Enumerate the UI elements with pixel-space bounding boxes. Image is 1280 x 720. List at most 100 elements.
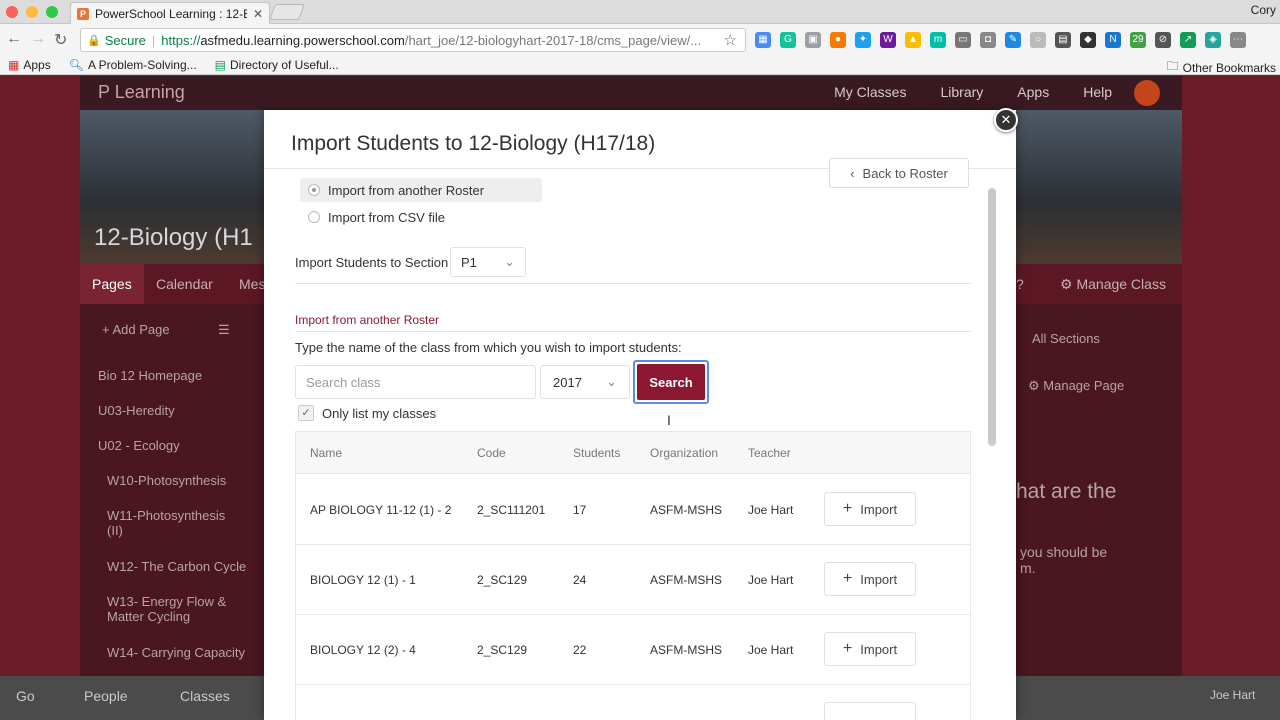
sidebar-item[interactable]: W11-Photosynthesis (II) — [107, 508, 237, 538]
search-class-input[interactable] — [295, 365, 536, 399]
student-count: 24 — [573, 573, 587, 587]
import-button[interactable]: + Import — [824, 562, 916, 596]
bottom-user[interactable]: Joe Hart — [1210, 688, 1255, 702]
teacher: Joe Hart — [748, 573, 794, 587]
import-button[interactable] — [824, 702, 916, 720]
ext-calendar29-icon[interactable]: 29 — [1130, 32, 1146, 48]
search-button-label: Search — [637, 364, 705, 400]
browser-tab-title: PowerSchool Learning : 12-Bi — [95, 6, 247, 21]
ext-purple-icon[interactable]: W — [880, 32, 896, 48]
only-my-classes-toggle[interactable]: ✓ Only list my classes — [298, 405, 436, 421]
twitter-icon[interactable]: ✦ — [855, 32, 871, 48]
address-bar[interactable]: 🔒 Secure | https:// asfmedu.learning.pow… — [80, 28, 746, 52]
bookmark-apps[interactable]: ▦ Apps — [8, 58, 51, 72]
organization: ASFM-MSHS — [650, 573, 722, 587]
ext-circle-icon[interactable]: ○ — [1030, 32, 1046, 48]
sidebar-item[interactable]: U03-Heredity — [98, 403, 175, 418]
powerschool-p-icon: P — [98, 82, 110, 102]
powerschool-favicon-icon: P — [77, 7, 89, 20]
nav-help[interactable]: Help — [1083, 84, 1112, 100]
bookmark-star-icon[interactable]: ☆ — [724, 31, 737, 49]
radio-button[interactable] — [308, 211, 320, 223]
window-close-button[interactable] — [6, 6, 18, 18]
ext-blue-icon[interactable]: ✎ — [1005, 32, 1021, 48]
sidebar-item[interactable]: W10-Photosynthesis — [107, 473, 226, 488]
ext-grey-icon[interactable]: ▣ — [805, 32, 821, 48]
option-import-csv[interactable]: Import from CSV file — [308, 205, 445, 229]
learning-logo[interactable]: P Learning — [98, 82, 185, 103]
back-arrow-icon[interactable]: ← — [6, 30, 22, 48]
back-to-roster-button[interactable]: ‹ Back to Roster — [829, 158, 969, 188]
reorder-icon[interactable]: ☰ — [218, 322, 230, 338]
pocket-icon[interactable]: ◘ — [980, 32, 996, 48]
sidebar-item[interactable]: W13- Energy Flow & Matter Cycling — [107, 594, 237, 624]
option-import-roster[interactable]: Import from another Roster — [300, 178, 542, 202]
pages-sidebar: + Add Page ☰ Bio 12 Homepage U03-Heredit… — [80, 304, 264, 676]
calendar-ext-icon[interactable]: ▦ — [755, 32, 771, 48]
option-label: Import from another Roster — [328, 182, 485, 198]
nav-library[interactable]: Library — [940, 84, 983, 100]
other-bookmarks[interactable]: 🗀 Other Bookmarks — [1167, 57, 1276, 78]
import-button[interactable]: + Import — [824, 632, 916, 666]
sections-dropdown[interactable]: All Sections — [1032, 331, 1100, 346]
ext-more-icon[interactable]: ⋯ — [1230, 32, 1246, 48]
bookmark-problem-solving[interactable]: 🔍︎ A Problem-Solving... — [69, 58, 197, 72]
manage-class-button[interactable]: ⚙ Manage Class — [1060, 276, 1166, 293]
import-label: Import — [860, 501, 898, 517]
ext-green-icon[interactable]: ↗ — [1180, 32, 1196, 48]
cast-icon[interactable]: ▭ — [955, 32, 971, 48]
modal-scrollbar[interactable] — [988, 188, 996, 446]
nav-my-classes[interactable]: My Classes — [834, 84, 906, 100]
column-header: Name — [310, 446, 343, 460]
ext-new-icon[interactable]: N — [1105, 32, 1121, 48]
tab-pages[interactable]: Pages — [80, 264, 144, 304]
tab-messages[interactable]: Mes — [239, 276, 265, 292]
ext-orange-icon[interactable]: ● — [830, 32, 846, 48]
tab-calendar[interactable]: Calendar — [156, 276, 213, 292]
people-menu[interactable]: People — [84, 688, 128, 704]
go-menu[interactable]: Go — [16, 688, 35, 704]
ext-teal-icon[interactable]: m — [930, 32, 946, 48]
browser-profile-name[interactable]: Cory — [1251, 3, 1276, 17]
search-button[interactable]: Search — [633, 360, 709, 404]
window-minimize-button[interactable] — [26, 6, 38, 18]
browser-tab[interactable]: P PowerSchool Learning : 12-Bi ✕ — [70, 2, 270, 24]
ext-dark-icon[interactable]: ◆ — [1080, 32, 1096, 48]
section-select[interactable]: P1 ⌄ — [450, 247, 526, 277]
back-to-roster-label: Back to Roster — [862, 165, 948, 181]
checkbox-checked-icon[interactable]: ✓ — [298, 405, 314, 421]
import-button[interactable]: + Import — [824, 492, 916, 526]
bookmark-label: Apps — [23, 57, 51, 72]
ext-diamond-icon[interactable]: ◈ — [1205, 32, 1221, 48]
url-path: /hart_joe/12-biologyhart-2017-18/cms_pag… — [404, 32, 702, 48]
section-value: P1 — [461, 254, 477, 270]
nav-apps[interactable]: Apps — [1017, 84, 1049, 100]
radio-button[interactable] — [308, 184, 320, 196]
manage-page-button[interactable]: ⚙ Manage Page — [1028, 378, 1124, 394]
modal-title: Import Students to 12-Biology (H17/18) — [291, 132, 656, 155]
apps-grid-icon: ▦ — [8, 57, 20, 72]
import-label: Import — [860, 571, 898, 587]
sidebar-item[interactable]: W12- The Carbon Cycle — [107, 559, 246, 574]
year-select[interactable]: 2017 ⌄ — [540, 365, 630, 399]
close-icon[interactable]: ✕ — [994, 108, 1018, 132]
forward-arrow-icon[interactable]: → — [30, 30, 46, 48]
sidebar-item[interactable]: W14- Carrying Capacity — [107, 645, 245, 660]
add-page-button[interactable]: + Add Page — [102, 322, 170, 337]
browser-toolbar: ← → ↻ 🔒 Secure | https:// asfmedu.learni… — [0, 24, 1280, 55]
ext-film-icon[interactable]: ▤ — [1055, 32, 1071, 48]
class-code: 2_SC129 — [477, 573, 528, 587]
bookmark-directory[interactable]: ▤ Directory of Useful... — [215, 58, 339, 72]
classes-menu[interactable]: Classes — [180, 688, 230, 704]
new-tab-button[interactable] — [269, 4, 305, 20]
sidebar-item[interactable]: Bio 12 Homepage — [98, 368, 202, 383]
sidebar-item[interactable]: U02 - Ecology — [98, 438, 180, 453]
ext-compass-icon[interactable]: ⊘ — [1155, 32, 1171, 48]
avatar[interactable] — [1134, 80, 1160, 106]
reload-icon[interactable]: ↻ — [54, 30, 67, 50]
tab-help[interactable]: ? — [1016, 276, 1024, 292]
grammarly-icon[interactable]: G — [780, 32, 796, 48]
window-maximize-button[interactable] — [46, 6, 58, 18]
tab-close-icon[interactable]: ✕ — [253, 7, 263, 21]
drive-icon[interactable]: ▲ — [905, 32, 921, 48]
